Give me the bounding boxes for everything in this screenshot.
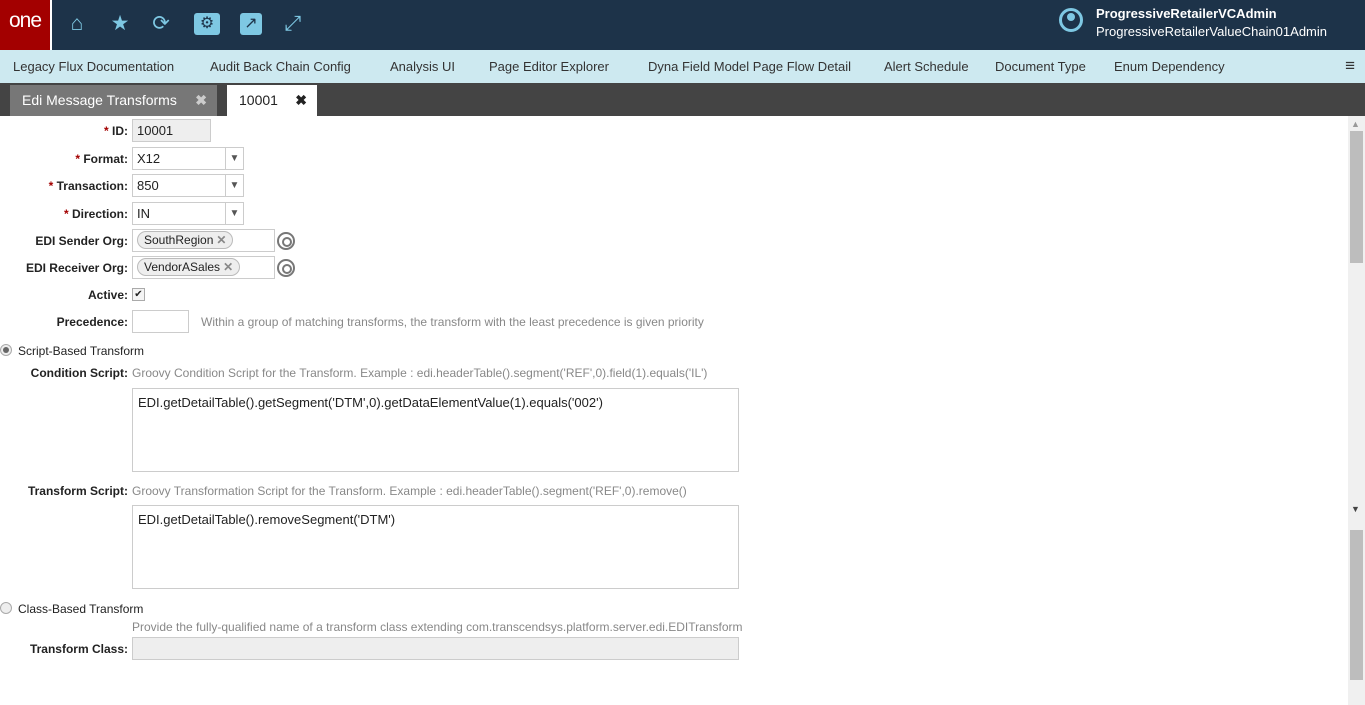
chevron-down-icon[interactable]: ▼ <box>225 203 243 224</box>
remove-icon[interactable]: ✕ <box>216 233 226 247</box>
transform-script-label: Transform Script: <box>27 484 128 498</box>
tab-10001[interactable]: 10001 ✖ <box>227 85 317 116</box>
external-link-icon[interactable]: ↗ <box>240 13 262 35</box>
logo[interactable]: one <box>0 0 52 50</box>
format-label: * Format: <box>75 152 128 166</box>
chevron-down-icon[interactable]: ▼ <box>225 148 243 169</box>
nav-item[interactable]: Dyna Field Model Page Flow Detail <box>648 59 851 74</box>
format-select[interactable]: X12 ▼ <box>132 147 244 170</box>
class-based-radio[interactable] <box>0 602 12 614</box>
transform-class-input <box>132 637 739 660</box>
sender-org-label: EDI Sender Org: <box>35 234 128 248</box>
refresh-icon[interactable]: ⟳ <box>148 11 174 37</box>
nav-item[interactable]: Document Type <box>995 59 1086 74</box>
sender-org-field[interactable]: SouthRegion ✕ <box>132 229 275 252</box>
direction-label: * Direction: <box>63 207 128 221</box>
nav-item[interactable]: Alert Schedule <box>884 59 969 74</box>
receiver-org-field[interactable]: VendorASales ✕ <box>132 256 275 279</box>
user-org: ProgressiveRetailerValueChain01Admin <box>1096 24 1327 39</box>
nav-item[interactable]: Enum Dependency <box>1114 59 1225 74</box>
receiver-org-label: EDI Receiver Org: <box>25 261 128 275</box>
transform-script-textarea[interactable]: EDI.getDetailTable().removeSegment('DTM'… <box>132 505 739 589</box>
remove-icon[interactable]: ✕ <box>223 260 233 274</box>
nav-item[interactable]: Audit Back Chain Config <box>210 59 351 74</box>
expand-icon[interactable]: ⤢ <box>280 11 306 37</box>
lookup-icon[interactable] <box>277 259 295 277</box>
tab-edi-message-transforms[interactable]: Edi Message Transforms ✖ <box>10 85 217 116</box>
inner-scrollbar[interactable]: ▲ ▼ <box>1348 116 1365 519</box>
precedence-input[interactable] <box>132 310 189 333</box>
tab-label: 10001 <box>239 92 278 108</box>
hamburger-menu-icon[interactable]: ≡ <box>1345 56 1355 76</box>
top-bar: one ⌂ ★ ⟳ ⚙ ↗ ⤢ ProgressiveRetailerVCAdm… <box>0 0 1365 50</box>
transform-script-hint: Groovy Transformation Script for the Tra… <box>132 484 687 498</box>
close-icon[interactable]: ✖ <box>295 85 307 115</box>
star-icon[interactable]: ★ <box>107 11 133 37</box>
precedence-label: Precedence: <box>56 315 128 329</box>
nav-bar: Legacy Flux Documentation Audit Back Cha… <box>0 50 1365 83</box>
condition-script-label: Condition Script: <box>30 366 128 380</box>
id-field: 10001 <box>132 119 211 142</box>
script-based-radio[interactable] <box>0 344 12 356</box>
nav-item[interactable]: Legacy Flux Documentation <box>13 59 174 74</box>
script-based-label[interactable]: Script-Based Transform <box>18 344 144 358</box>
condition-script-hint: Groovy Condition Script for the Transfor… <box>132 366 708 380</box>
scroll-up-icon[interactable]: ▲ <box>1351 119 1360 129</box>
direction-select[interactable]: IN ▼ <box>132 202 244 225</box>
precedence-hint: Within a group of matching transforms, t… <box>201 315 704 329</box>
class-based-label[interactable]: Class-Based Transform <box>18 602 143 616</box>
home-icon[interactable]: ⌂ <box>64 11 90 37</box>
transaction-select[interactable]: 850 ▼ <box>132 174 244 197</box>
scroll-down-icon[interactable]: ▼ <box>1351 504 1360 514</box>
outer-scrollbar[interactable] <box>1348 519 1365 705</box>
receiver-org-chip: VendorASales ✕ <box>137 258 241 276</box>
sender-org-chip: SouthRegion ✕ <box>137 231 234 249</box>
user-avatar-icon[interactable] <box>1059 8 1083 32</box>
nav-item[interactable]: Analysis UI <box>390 59 455 74</box>
scrollbar-thumb[interactable] <box>1350 530 1363 680</box>
active-checkbox[interactable]: ✔ <box>132 288 145 301</box>
folder-gear-icon[interactable]: ⚙ <box>194 13 220 35</box>
close-icon[interactable]: ✖ <box>195 85 207 115</box>
chevron-down-icon[interactable]: ▼ <box>225 175 243 196</box>
transaction-label: * Transaction: <box>48 179 128 193</box>
lookup-icon[interactable] <box>277 232 295 250</box>
scrollbar-thumb[interactable] <box>1350 131 1363 263</box>
tab-label: Edi Message Transforms <box>22 92 177 108</box>
tab-bar: Edi Message Transforms ✖ 10001 ✖ <box>0 83 1365 116</box>
condition-script-textarea[interactable]: EDI.getDetailTable().getSegment('DTM',0)… <box>132 388 739 472</box>
id-label: * ID: <box>103 124 128 138</box>
nav-item[interactable]: Page Editor Explorer <box>489 59 609 74</box>
transform-class-label: Transform Class: <box>29 642 128 656</box>
class-hint: Provide the fully-qualified name of a tr… <box>132 620 743 634</box>
active-label: Active: <box>87 288 128 302</box>
user-name[interactable]: ProgressiveRetailerVCAdmin <box>1096 6 1277 21</box>
